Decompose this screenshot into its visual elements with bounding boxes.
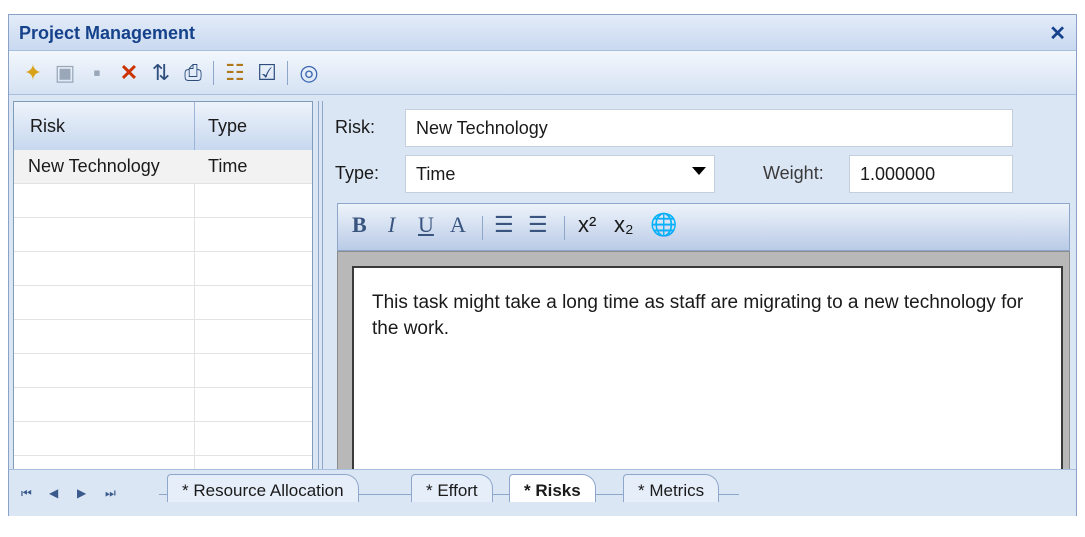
weight-field[interactable]: 1.000000 bbox=[849, 155, 1013, 193]
previous-tab-icon[interactable]: ◀ bbox=[49, 486, 58, 500]
title-bar: Project Management ✕ bbox=[9, 15, 1076, 51]
underline-button[interactable]: U bbox=[418, 212, 434, 238]
first-tab-icon[interactable]: ⏮ bbox=[21, 486, 32, 501]
window-title: Project Management bbox=[19, 23, 196, 43]
risk-name-cell: New Technology bbox=[28, 156, 160, 176]
column-header-type[interactable]: Type bbox=[208, 116, 247, 137]
tab-metrics[interactable]: * Metrics bbox=[623, 474, 720, 502]
risk-label: Risk: bbox=[335, 117, 375, 137]
italic-button[interactable]: I bbox=[388, 212, 395, 238]
toolbar: ✦ ▣ ▪ ✕ ⇅ ⎙ ☷ ☑ ◎ bbox=[9, 51, 1076, 95]
risk-list-header: Risk Type bbox=[14, 102, 312, 151]
empty-row bbox=[14, 354, 312, 388]
weight-label: Weight: bbox=[763, 163, 824, 183]
superscript-button[interactable]: x² bbox=[578, 212, 596, 238]
empty-row bbox=[14, 320, 312, 354]
risk-list: Risk Type New Technology Time bbox=[13, 101, 313, 479]
bold-button[interactable]: B bbox=[352, 212, 367, 238]
chevron-down-icon[interactable] bbox=[692, 167, 706, 175]
splitter-line bbox=[322, 101, 323, 479]
font-color-icon[interactable]: A bbox=[450, 212, 466, 238]
type-select-value: Time bbox=[416, 164, 456, 184]
hierarchy-icon[interactable]: ☷ bbox=[221, 59, 249, 87]
numbered-list-icon[interactable]: ☰ bbox=[528, 212, 548, 238]
next-tab-icon[interactable]: ▶ bbox=[77, 486, 86, 500]
new-icon[interactable]: ✦ bbox=[19, 59, 47, 87]
risk-detail-panel: Risk: New Technology Type: Time Weight: … bbox=[327, 101, 1074, 479]
properties-icon[interactable]: ☑ bbox=[253, 59, 281, 87]
last-tab-icon[interactable]: ⏭ bbox=[105, 486, 116, 501]
help-icon[interactable]: ◎ bbox=[295, 59, 323, 87]
tab-resource-allocation[interactable]: * Resource Allocation bbox=[167, 474, 359, 502]
subscript-button[interactable]: x₂ bbox=[614, 212, 634, 238]
empty-row bbox=[14, 252, 312, 286]
delete-icon[interactable]: ✕ bbox=[115, 59, 143, 87]
empty-row bbox=[14, 422, 312, 456]
tab-effort[interactable]: * Effort bbox=[411, 474, 493, 502]
hyperlink-icon[interactable]: 🌐 bbox=[650, 212, 677, 238]
print-icon[interactable]: ⎙ bbox=[179, 59, 207, 87]
project-management-window: Project Management ✕ ✦ ▣ ▪ ✕ ⇅ ⎙ ☷ ☑ ◎ R… bbox=[8, 14, 1077, 516]
toolbar-separator bbox=[287, 61, 288, 85]
risk-description-editor[interactable]: This task might take a long time as staf… bbox=[352, 266, 1063, 474]
type-label: Type: bbox=[335, 163, 380, 183]
sort-icon[interactable]: ⇅ bbox=[147, 59, 175, 87]
empty-row bbox=[14, 184, 312, 218]
table-row[interactable]: New Technology Time bbox=[14, 150, 312, 184]
column-header-risk[interactable]: Risk bbox=[30, 116, 65, 137]
tab-risks[interactable]: * Risks bbox=[509, 474, 596, 502]
splitter-line bbox=[318, 101, 319, 479]
editor-frame: This task might take a long time as staf… bbox=[337, 251, 1070, 479]
panel-splitter[interactable] bbox=[317, 101, 325, 479]
toolbar-separator bbox=[482, 216, 483, 240]
close-icon[interactable]: ✕ bbox=[1049, 21, 1066, 46]
empty-row bbox=[14, 218, 312, 252]
toolbar-separator bbox=[564, 216, 565, 240]
risk-name-field[interactable]: New Technology bbox=[405, 109, 1013, 147]
column-divider[interactable] bbox=[194, 102, 195, 150]
tab-bar: ⏮ ◀ ▶ ⏭ * Resource Allocation * Effort *… bbox=[9, 469, 1076, 516]
rich-text-toolbar: B I U A ☰ ☰ x² x₂ 🌐 bbox=[337, 203, 1070, 251]
toolbar-separator bbox=[213, 61, 214, 85]
type-select[interactable]: Time bbox=[405, 155, 715, 193]
empty-row bbox=[14, 286, 312, 320]
bullet-list-icon[interactable]: ☰ bbox=[494, 212, 514, 238]
risk-type-cell: Time bbox=[208, 156, 248, 176]
empty-row bbox=[14, 388, 312, 422]
save-icon[interactable]: ▣ bbox=[51, 59, 79, 87]
copy-icon[interactable]: ▪ bbox=[83, 59, 111, 87]
